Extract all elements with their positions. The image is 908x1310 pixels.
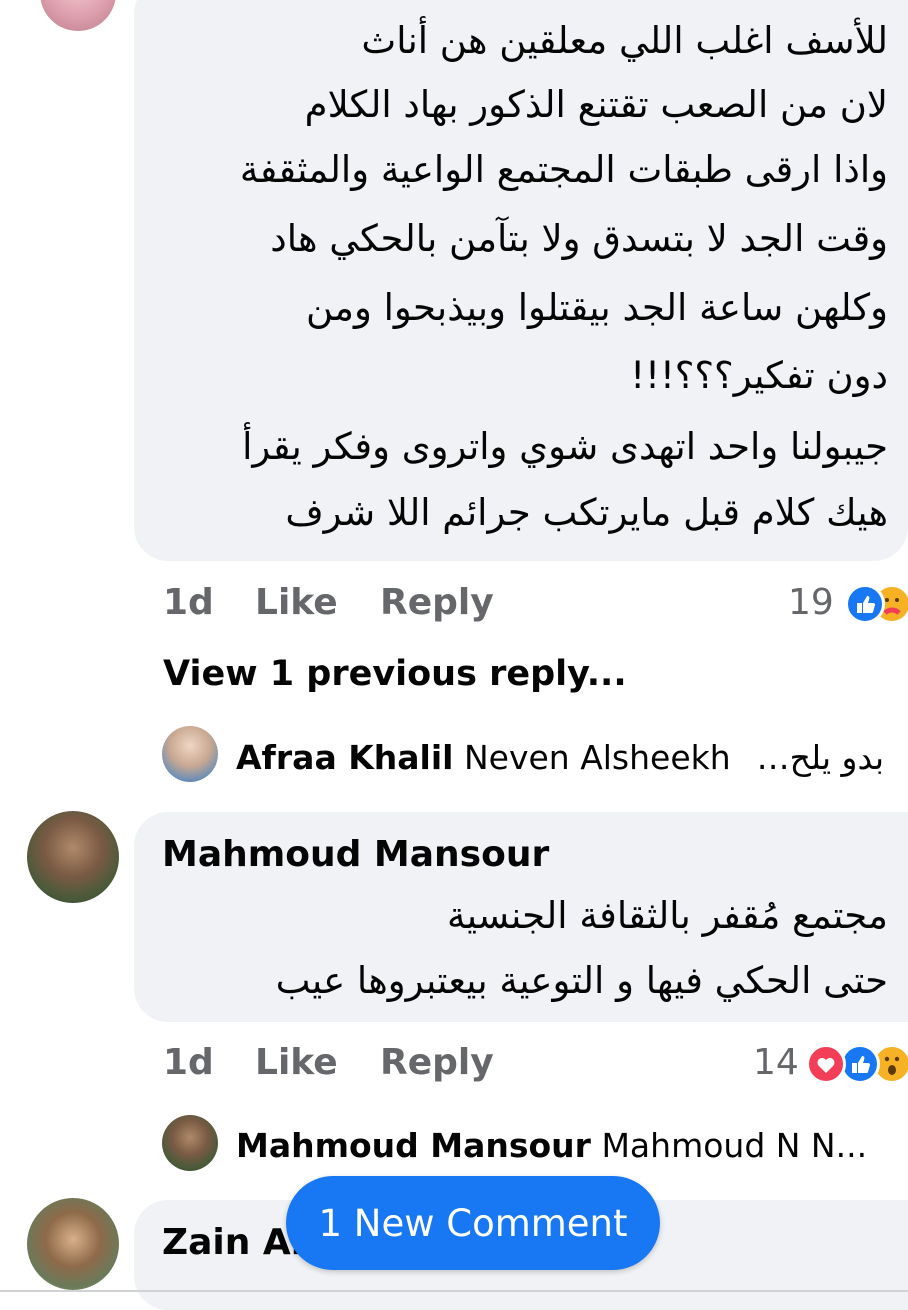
reply-tag: Mahmoud N N... — [601, 1126, 868, 1165]
reply-preview-afraa[interactable]: Afraa Khalil Neven Alsheekh — [236, 738, 731, 777]
view-previous-replies-link[interactable]: View 1 previous reply... — [163, 654, 627, 694]
reply-author-name: Afraa Khalil — [236, 738, 454, 777]
reply-preview-mahmoud[interactable]: Mahmoud Mansour Mahmoud N N... — [236, 1126, 867, 1165]
avatar-mahmoud-mansour-small[interactable] — [162, 1115, 218, 1171]
comment2-like-button[interactable]: Like — [255, 1042, 338, 1083]
comment1-bubble: للأسف اغلب اللي معلقين هن أناث لان من ال… — [134, 0, 908, 561]
reply-author-name: Mahmoud Mansour — [236, 1126, 591, 1165]
comment2-bubble: Mahmoud Mansour مجتمع مُقفر بالثقافة الج… — [134, 812, 908, 1022]
bottom-divider — [0, 1290, 908, 1292]
comment1-line: وقت الجد لا بتسدق ولا بتآمن بالحكي هاد — [270, 217, 888, 260]
comment1-reactions-count[interactable]: 19 — [788, 582, 834, 623]
comment1-line: وكلهن ساعة الجد بيقتلوا وبيذبحوا ومن — [306, 286, 888, 329]
love-icon — [806, 1044, 846, 1084]
comment2-line: مجتمع مُقفر بالثقافة الجنسية — [446, 894, 888, 937]
reply-tag: Neven Alsheekh — [463, 738, 731, 777]
avatar-zain[interactable] — [27, 1198, 119, 1290]
comment2-author[interactable]: Mahmoud Mansour — [162, 834, 549, 875]
comment1-time: 1d — [163, 582, 214, 623]
comment1-line: جيبولنا واحد اتهدى شوي واتروى وفكر يقرأ — [242, 425, 888, 468]
comment1-reply-button[interactable]: Reply — [380, 582, 494, 623]
comment1-line: واذا ارقى طبقات المجتمع الواعية والمثقفة — [239, 148, 888, 191]
comment1-line: دون تفكير؟؟؟!!! — [630, 354, 888, 397]
like-icon — [845, 584, 885, 624]
avatar-comment1[interactable] — [40, 0, 116, 31]
avatar-mahmoud-mansour[interactable] — [27, 811, 119, 903]
new-comment-button[interactable]: 1 New Comment — [286, 1176, 660, 1270]
comment1-line: هيك كلام قبل مايرتكب جرائم اللا شرف — [285, 491, 888, 534]
comment2-time: 1d — [163, 1042, 214, 1083]
comment1-line: لان من الصعب تقتنع الذكور بهاد الكلام — [304, 83, 888, 126]
reply-snippet: بدو يلح… — [756, 738, 884, 777]
comment1-like-button[interactable]: Like — [255, 582, 338, 623]
comment2-line: حتى الحكي فيها و التوعية بيعتبروها عيب — [275, 959, 888, 1002]
like-icon — [840, 1044, 880, 1084]
comment2-reply-button[interactable]: Reply — [380, 1042, 494, 1083]
comment3-author[interactable]: Zain Al — [162, 1222, 303, 1263]
avatar-afraa-khalil[interactable] — [162, 726, 218, 782]
comment2-reactions-count[interactable]: 14 — [753, 1042, 799, 1083]
comment1-line: للأسف اغلب اللي معلقين هن أناث — [361, 19, 888, 62]
